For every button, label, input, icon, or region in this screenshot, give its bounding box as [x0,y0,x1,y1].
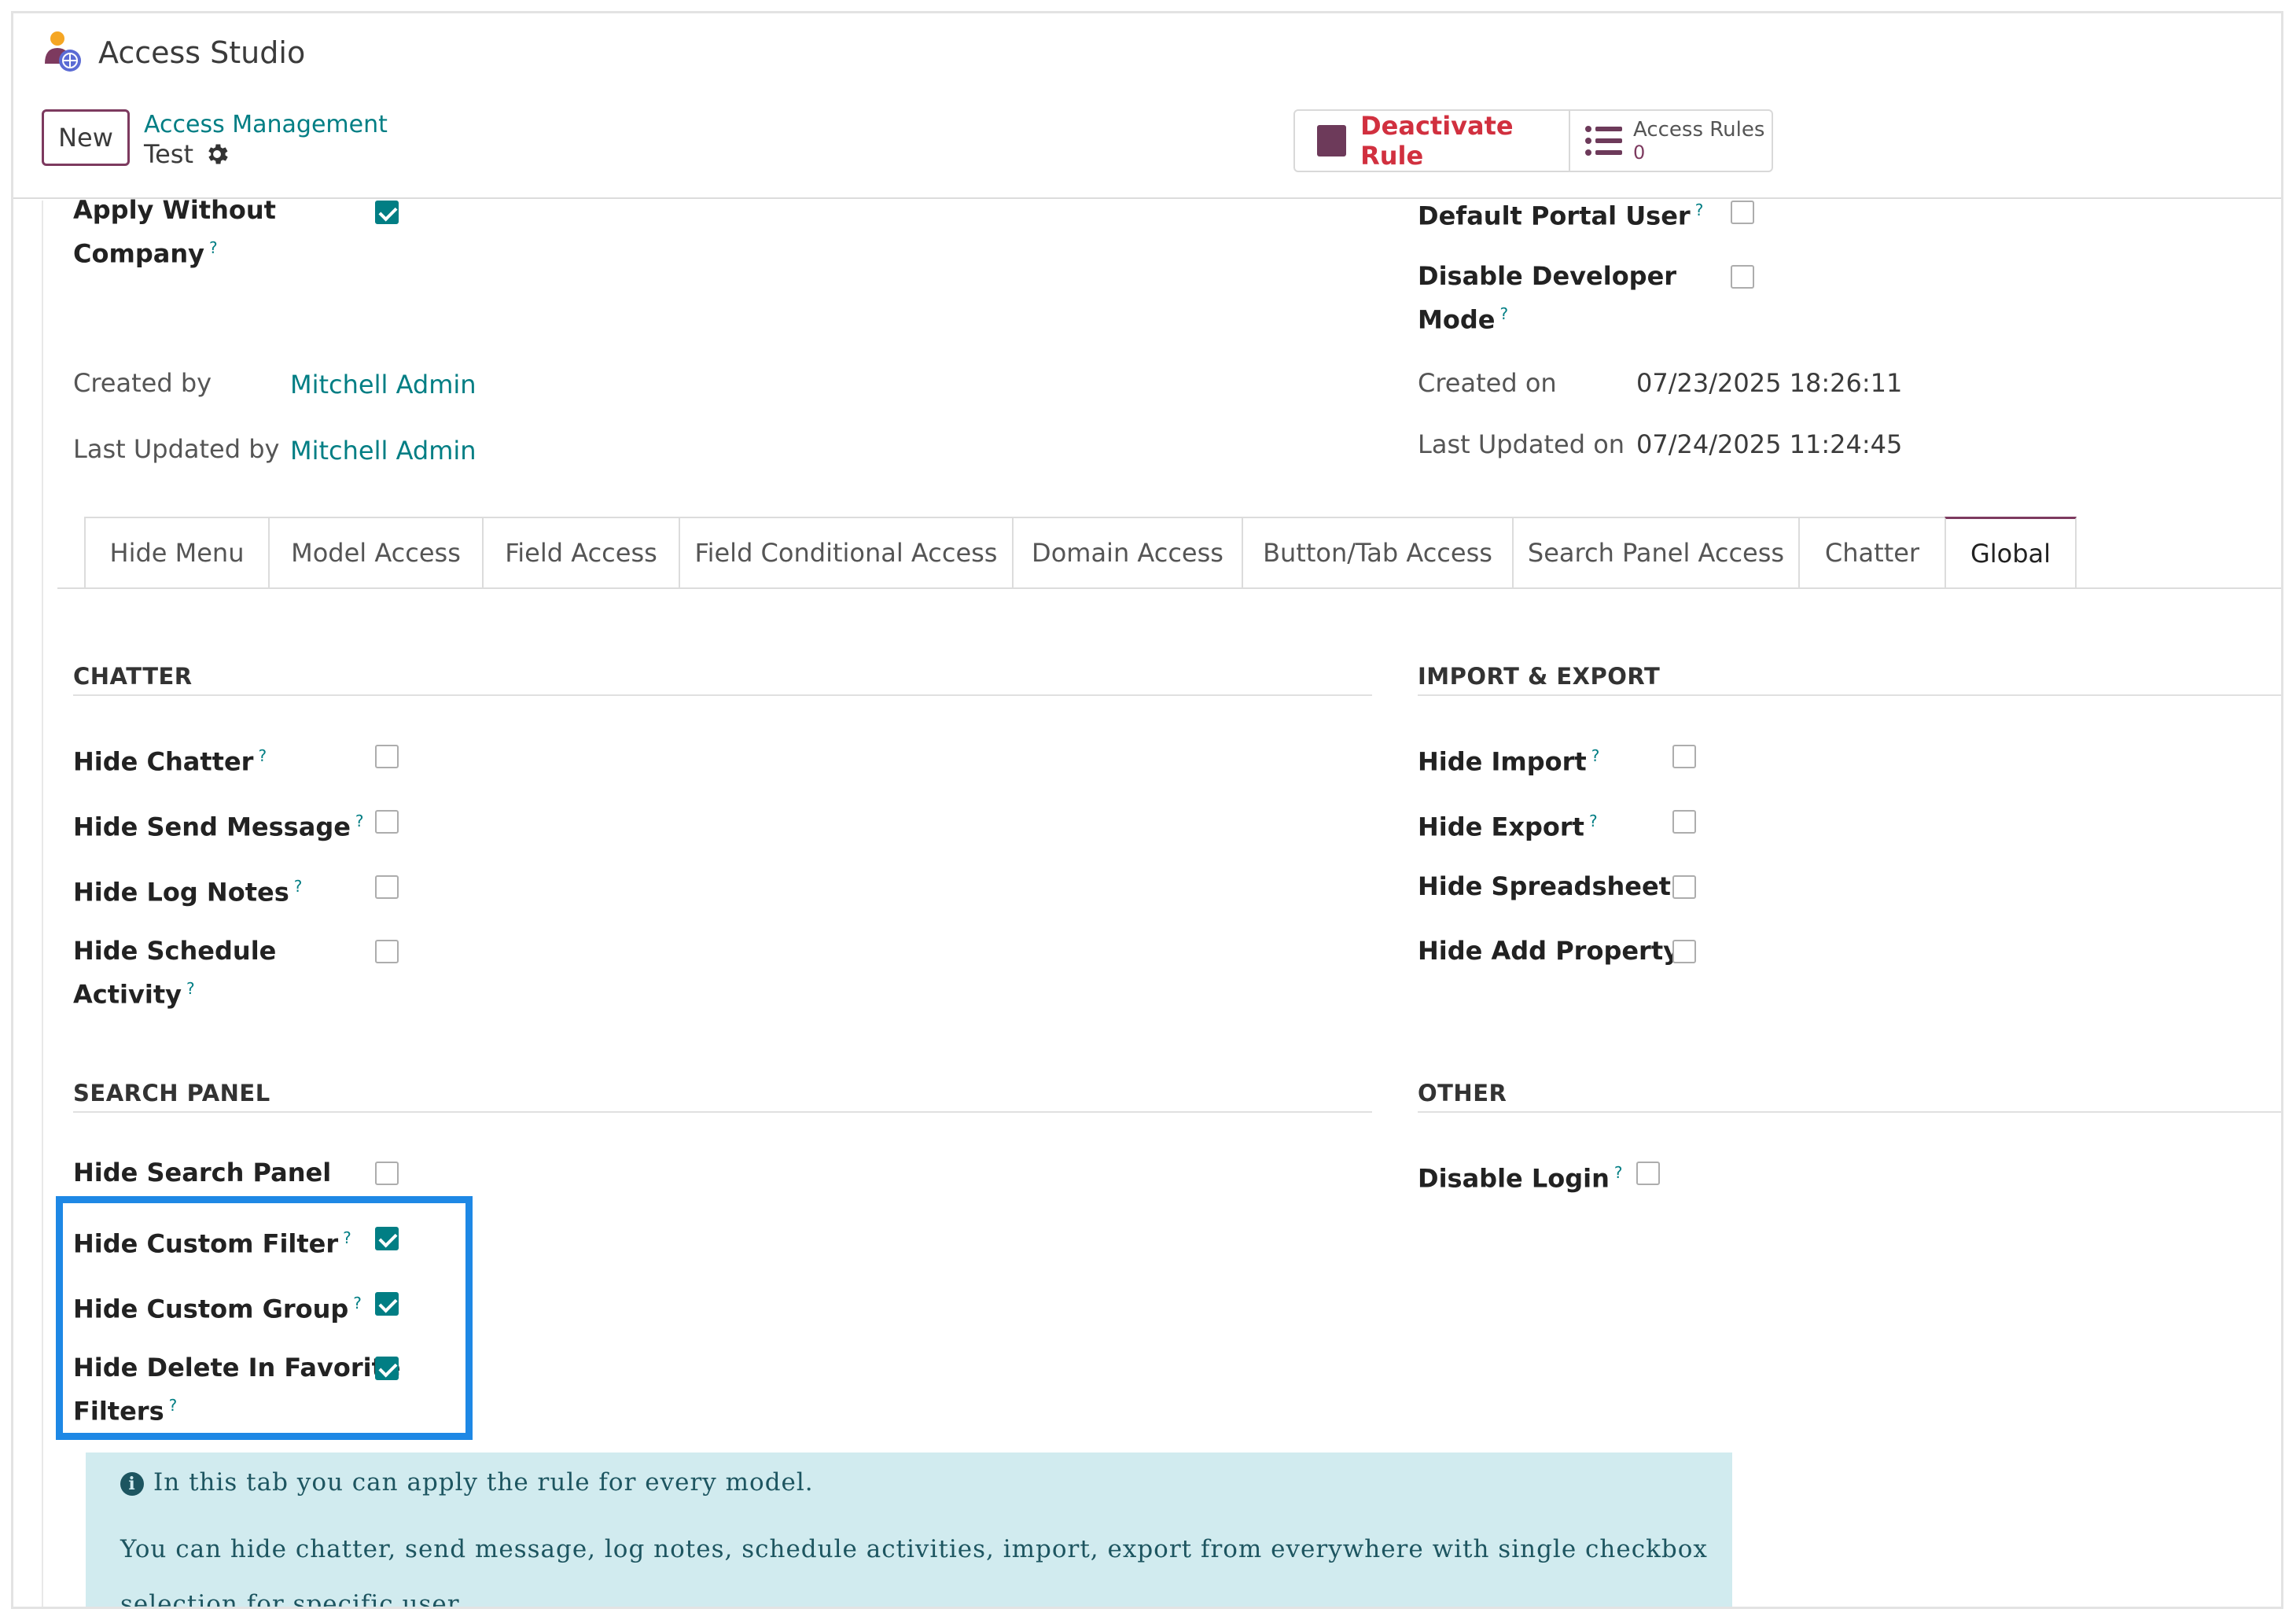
hide-spreadsheet-checkbox[interactable] [1672,875,1696,899]
info-line-2: You can hide chatter, send message, log … [120,1535,1708,1609]
tab-domain-access[interactable]: Domain Access [1012,517,1242,589]
hide-schedule-activity-checkbox[interactable] [375,940,399,963]
last-updated-by-label: Last Updated by [73,434,280,464]
tab-global[interactable]: Global [1945,517,2077,589]
help-icon[interactable]: ? [258,746,267,765]
hide-search-panel-checkbox[interactable] [375,1162,399,1185]
access-rules-label: Access Rules [1633,118,1765,142]
hide-add-property-checkbox[interactable] [1672,940,1696,963]
list-icon [1585,126,1622,156]
last-updated-by-value[interactable]: Mitchell Admin [290,432,476,469]
hide-log-notes-checkbox[interactable] [375,875,399,899]
help-icon[interactable]: ? [1591,746,1600,765]
info-alert: i In this tab you can apply the rule for … [86,1452,1732,1609]
hide-search-panel-label: Hide Search Panel [73,1158,332,1187]
stop-icon [1317,125,1347,156]
breadcrumb-current: Test [144,139,194,169]
section-rule-other [1418,1111,2281,1113]
default-portal-user-label: Default Portal User? [1418,201,1704,231]
access-rules-button[interactable]: Access Rules 0 [1570,111,1772,171]
last-updated-on-value: 07/24/2025 11:24:45 [1636,429,1903,459]
hide-export-label: Hide Export? [1418,812,1598,842]
tab-chatter[interactable]: Chatter [1798,517,1945,589]
access-studio-icon [45,31,81,72]
section-title-search-panel: SEARCH PANEL [73,1080,270,1106]
highlight-box [56,1196,473,1440]
created-by-label: Created by [73,368,212,398]
hide-import-label: Hide Import? [1418,746,1600,777]
default-portal-user-checkbox[interactable] [1731,201,1754,224]
hide-export-checkbox[interactable] [1672,810,1696,834]
notebook-tabs: Hide Menu Model Access Field Access Fiel… [84,517,2077,589]
hide-chatter-checkbox[interactable] [375,745,399,768]
hide-send-message-checkbox[interactable] [375,810,399,834]
app-title: Access Studio [98,35,306,70]
hide-chatter-label: Hide Chatter? [73,746,267,777]
disable-login-label: Disable Login? [1418,1163,1623,1194]
help-icon[interactable]: ? [186,979,195,998]
section-rule-search-panel [73,1111,1372,1113]
apply-without-company-checkbox[interactable] [375,201,399,224]
section-rule-chatter [73,694,1372,696]
deactivate-rule-label: Deactivate Rule [1360,111,1514,171]
gear-icon[interactable] [204,141,230,168]
window-frame: Access Studio New Access Management Test… [11,11,2283,1609]
help-icon[interactable]: ? [1695,201,1704,219]
disable-developer-mode-label: Disable Developer Mode? [1418,261,1677,335]
section-title-import-export: IMPORT & EXPORT [1418,663,1661,690]
info-line-1: i In this tab you can apply the rule for … [120,1468,814,1497]
help-icon[interactable]: ? [1589,812,1598,830]
control-panel: Access Studio New Access Management Test… [13,13,2281,199]
info-icon: i [120,1471,144,1496]
section-title-chatter: CHATTER [73,663,193,690]
hide-import-checkbox[interactable] [1672,745,1696,768]
tab-search-panel-access[interactable]: Search Panel Access [1512,517,1798,589]
disable-login-checkbox[interactable] [1636,1162,1660,1185]
help-icon[interactable]: ? [355,812,364,830]
tab-field-conditional-access[interactable]: Field Conditional Access [679,517,1012,589]
help-icon[interactable]: ? [1614,1163,1623,1182]
help-icon[interactable]: ? [294,877,303,896]
created-by-value[interactable]: Mitchell Admin [290,366,476,403]
hide-send-message-label: Hide Send Message? [73,812,364,842]
smart-button-group: Deactivate Rule Access Rules 0 [1293,109,1773,172]
disable-developer-mode-checkbox[interactable] [1731,265,1754,289]
tab-button-tab-access[interactable]: Button/Tab Access [1242,517,1512,589]
tab-field-access[interactable]: Field Access [482,517,679,589]
tab-divider [57,587,2281,589]
hide-log-notes-label: Hide Log Notes? [73,877,303,908]
section-title-other: OTHER [1418,1080,1507,1106]
hide-schedule-activity-label: Hide Schedule Activity? [73,936,277,1010]
breadcrumb-access-management[interactable]: Access Management [144,111,388,138]
access-rules-count: 0 [1633,142,1646,164]
help-icon[interactable]: ? [209,238,218,257]
tab-model-access[interactable]: Model Access [268,517,482,589]
created-on-label: Created on [1418,368,1557,398]
help-icon[interactable]: ? [1499,304,1508,323]
hide-add-property-label: Hide Add Property [1418,936,1680,966]
sheet-left-border [42,201,43,1607]
last-updated-on-label: Last Updated on [1418,429,1625,459]
deactivate-rule-button[interactable]: Deactivate Rule [1295,111,1570,171]
new-button[interactable]: New [42,109,130,166]
form-sheet: Apply Without Company? Default Portal Us… [13,195,2281,1609]
tab-hide-menu[interactable]: Hide Menu [84,517,268,589]
apply-without-company-label: Apply Without Company? [73,195,276,269]
hide-spreadsheet-label: Hide Spreadsheet [1418,871,1671,901]
section-rule-import-export [1418,694,2281,696]
created-on-value: 07/23/2025 18:26:11 [1636,368,1903,398]
